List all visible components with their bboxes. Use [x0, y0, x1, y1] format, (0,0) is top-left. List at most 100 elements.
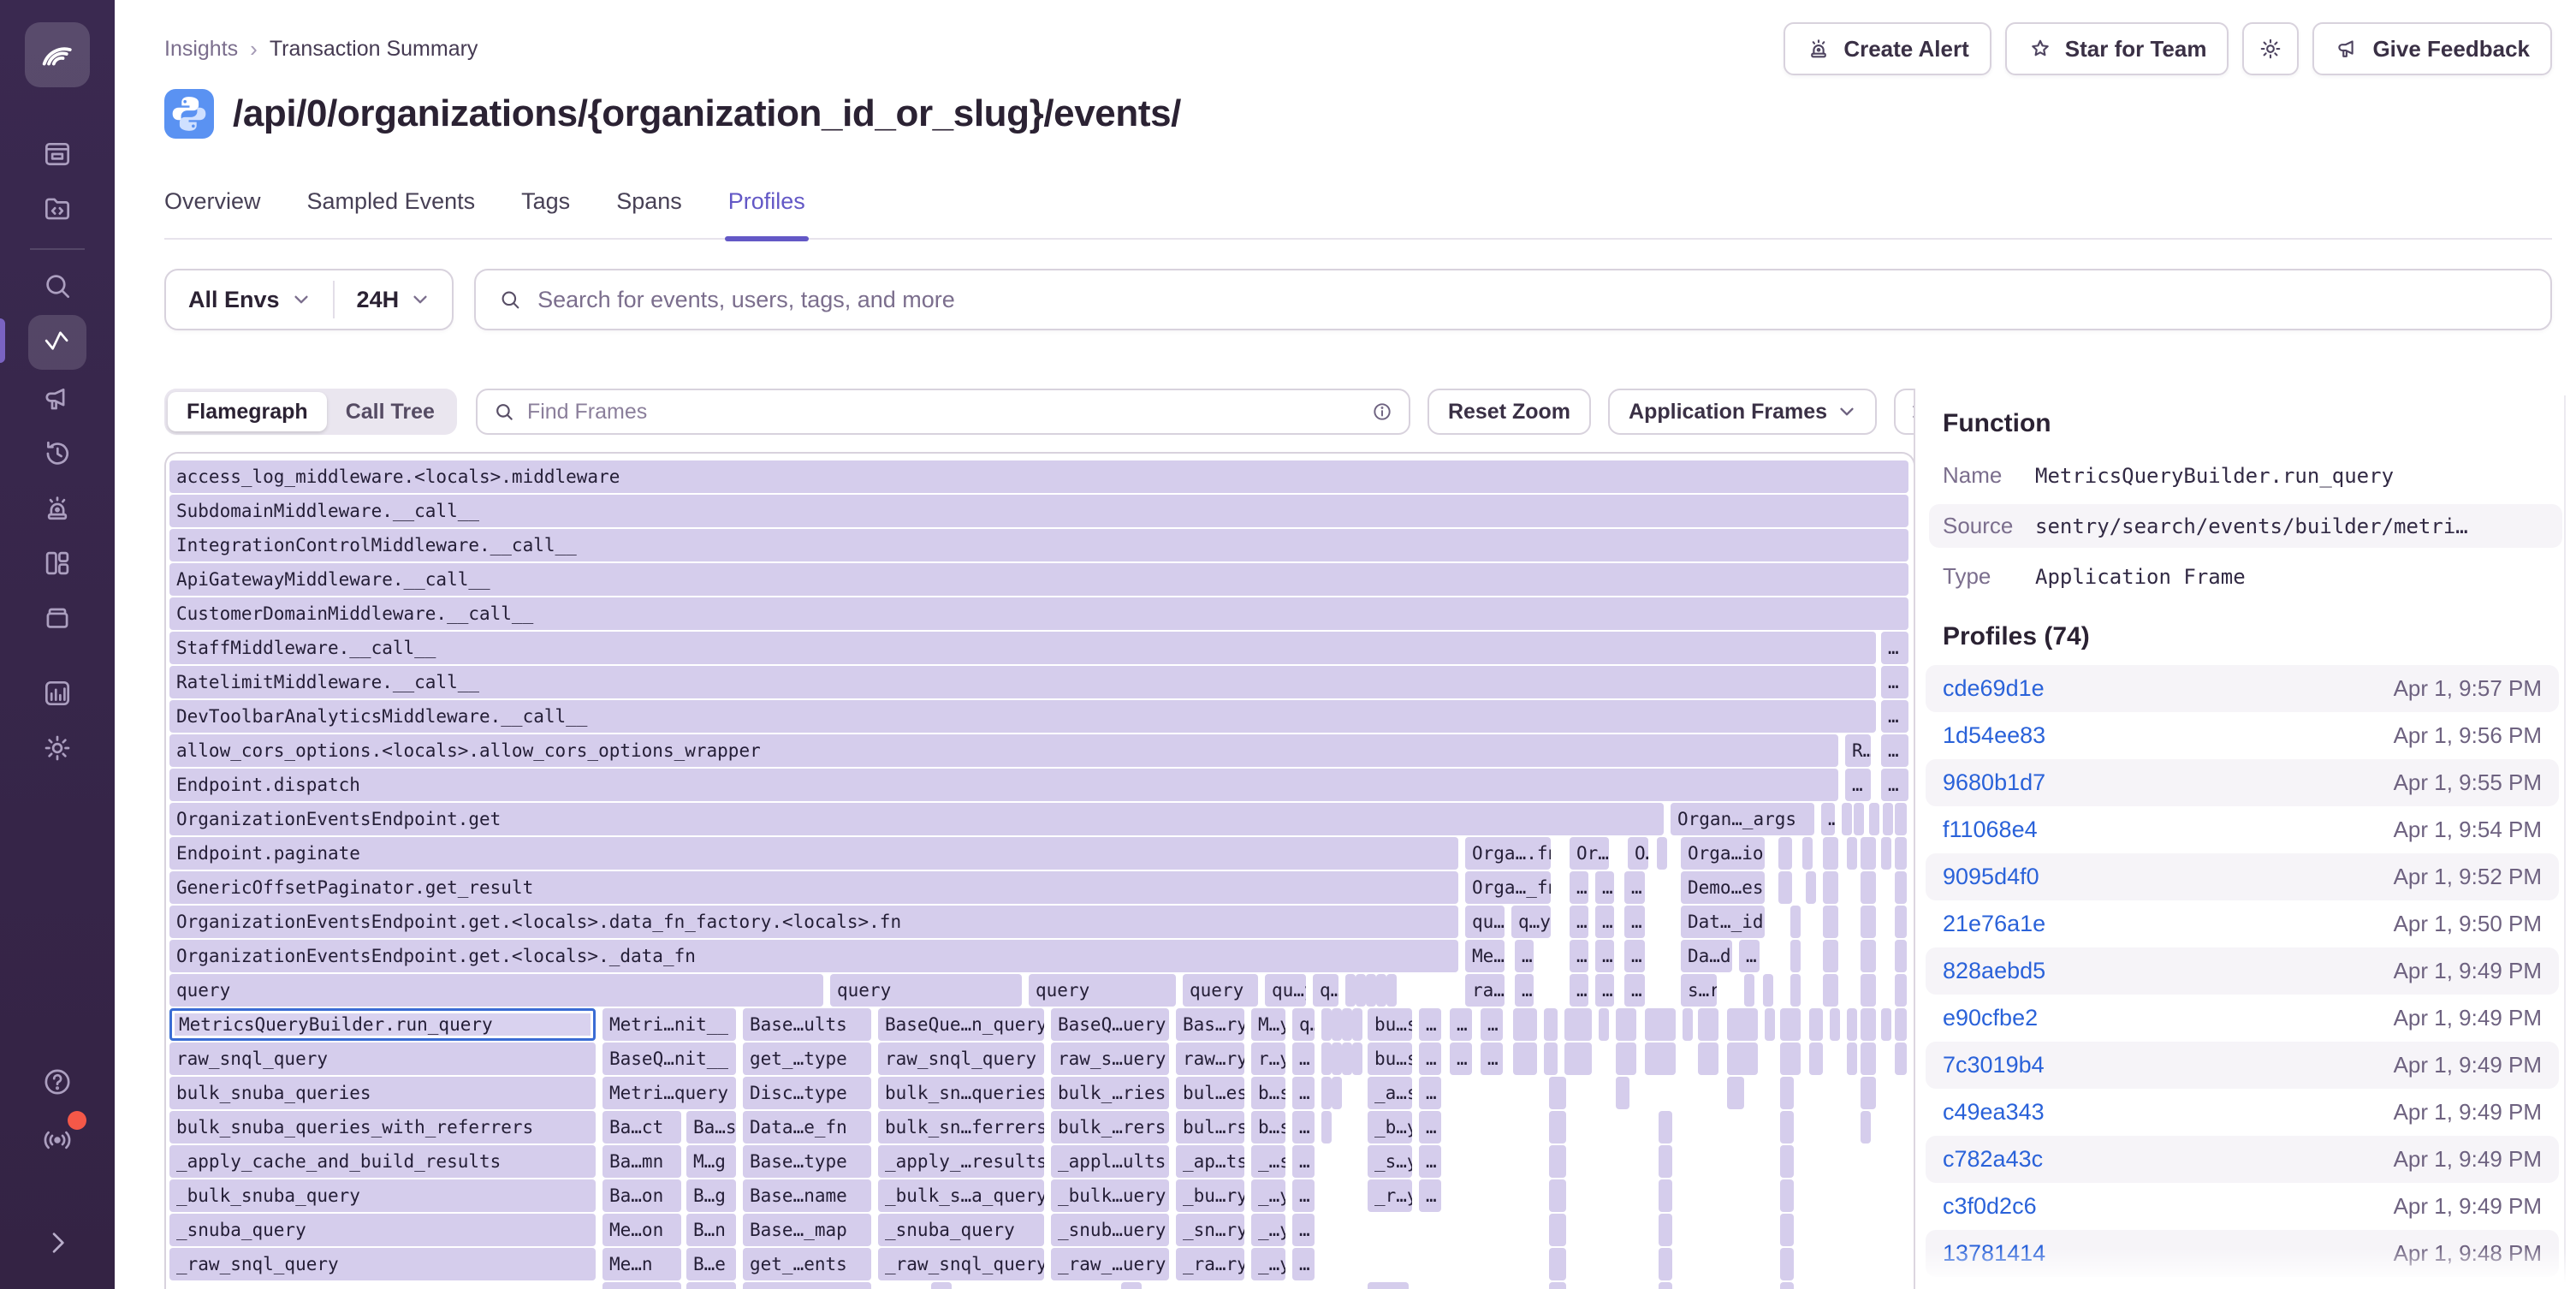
flamegraph-frame[interactable]: _r…y	[1368, 1179, 1412, 1212]
flamegraph-frame[interactable]: …	[1595, 974, 1614, 1007]
flamegraph-frame[interactable]	[1765, 1008, 1775, 1041]
flamegraph-frame[interactable]: _snuba_query	[878, 1214, 1044, 1246]
breadcrumb-transaction-summary[interactable]: Transaction Summary	[270, 37, 478, 62]
frames-filter-dropdown[interactable]: Application Frames	[1608, 389, 1877, 435]
flamegraph-frame[interactable]: D…e	[686, 1282, 736, 1289]
flamegraph-frame[interactable]	[1332, 1042, 1342, 1075]
flamegraph-frame[interactable]	[1698, 1008, 1718, 1041]
flamegraph-frame[interactable]: get_…ents	[743, 1248, 871, 1280]
flamegraph-frame[interactable]: query	[1029, 974, 1176, 1007]
flamegraph-frame[interactable]	[1830, 1008, 1840, 1041]
flamegraph-frame[interactable]: _bulk…uery	[1051, 1179, 1169, 1212]
flamegraph-frame[interactable]: r…y	[1251, 1042, 1285, 1075]
flamegraph-frame[interactable]	[1645, 1042, 1676, 1075]
flamegraph-frame[interactable]: Me…n	[602, 1248, 681, 1280]
find-frames-input[interactable]	[527, 400, 1359, 425]
flamegraph-frame[interactable]	[1683, 1008, 1693, 1041]
profile-link[interactable]: 1d54ee83	[1943, 722, 2045, 749]
flamegraph-frame[interactable]: _apply_…results	[878, 1145, 1044, 1178]
sidebar-item-whats-new-broadcast[interactable]	[28, 1114, 86, 1166]
flamegraph-frame[interactable]	[931, 1282, 952, 1289]
flamegraph-frame[interactable]	[1854, 803, 1864, 835]
flamegraph-frame[interactable]: _raw_…uery	[1051, 1248, 1169, 1280]
flamegraph-frame[interactable]	[1321, 1008, 1332, 1041]
flamegraph-frame[interactable]: …	[1292, 1111, 1315, 1143]
tab-profiles[interactable]: Profiles	[728, 188, 805, 238]
sidebar-item-explore-code-folder[interactable]	[28, 183, 86, 235]
flamegraph-frame[interactable]	[1780, 1248, 1794, 1280]
flamegraph-frame[interactable]: …	[1570, 974, 1588, 1007]
flamegraph-frame[interactable]: …	[1419, 1042, 1441, 1075]
flamegraph-frame[interactable]	[1809, 1008, 1823, 1041]
sidebar-item-settings-gear[interactable]	[28, 722, 86, 774]
flamegraph-frame[interactable]: _…y	[1251, 1179, 1285, 1212]
flamegraph-frame[interactable]: …	[1845, 769, 1871, 801]
flamegraph-frame[interactable]: Or…s	[1570, 837, 1609, 870]
flamegraph-frame[interactable]	[1780, 1077, 1794, 1109]
sidebar-item-releases-archive[interactable]	[28, 592, 86, 644]
sidebar-item-dashboards-grid[interactable]	[28, 538, 86, 589]
flamegraph-frame[interactable]	[1616, 1008, 1636, 1041]
flamegraph-frame[interactable]: ApiGatewayMiddleware.__call__	[169, 563, 1908, 596]
flamegraph-frame[interactable]	[1790, 974, 1801, 1007]
flamegraph-frame[interactable]: bulk_snuba_queries	[169, 1077, 596, 1109]
flamegraph-frame[interactable]: …	[1419, 1008, 1441, 1041]
flamegraph-frame[interactable]	[1847, 837, 1857, 870]
flamegraph-frame[interactable]: raw…ry	[1176, 1042, 1244, 1075]
flamegraph-frame[interactable]: _bu…ry	[1176, 1179, 1244, 1212]
flamegraph-frame[interactable]	[1352, 1008, 1362, 1041]
flamegraph-frame[interactable]: access_log_middleware.<locals>.middlewar…	[169, 460, 1908, 493]
flamegraph-frame[interactable]	[1778, 871, 1792, 904]
profile-link[interactable]: f11068e4	[1943, 817, 2038, 843]
flamegraph-frame[interactable]	[1881, 837, 1891, 870]
flamegraph-frame[interactable]	[1544, 1008, 1558, 1041]
flamegraph-frame[interactable]: …	[1881, 769, 1908, 801]
flamegraph-frame[interactable]: Da…d	[1681, 940, 1732, 972]
flamegraph-frame[interactable]: Ba…s	[686, 1111, 736, 1143]
flamegraph-frame[interactable]	[1780, 1282, 1794, 1289]
flamegraph-frame[interactable]: …	[1595, 871, 1614, 904]
flamegraph-frame[interactable]	[1513, 1008, 1537, 1041]
flamegraph-frame[interactable]: get…tity	[743, 1282, 871, 1289]
flamegraph-frame[interactable]: …	[1881, 734, 1908, 767]
flamegraph-frame[interactable]: …	[1881, 700, 1908, 733]
flamegraph-frame[interactable]: _a…s	[1368, 1077, 1412, 1109]
flamegraph-frame[interactable]: get_…type	[743, 1042, 871, 1075]
flamegraph-frame[interactable]	[1544, 1042, 1558, 1075]
sidebar-item-stats-chart[interactable]	[28, 668, 86, 719]
tab-sampled-events[interactable]: Sampled Events	[307, 188, 476, 238]
profile-link[interactable]: 9095d4f0	[1943, 864, 2039, 890]
flamegraph-frame[interactable]: …	[1419, 1179, 1441, 1212]
breadcrumb-insights[interactable]: Insights	[164, 37, 238, 62]
flamegraph-frame[interactable]: bu…s	[1368, 1008, 1412, 1041]
flamegraph-frame[interactable]: q…	[1292, 1008, 1315, 1041]
flamegraph-frame[interactable]: Bas…ry	[1176, 1008, 1244, 1041]
flamegraph-frame[interactable]: StaffMiddleware.__call__	[169, 632, 1876, 664]
flamegraph-frame[interactable]: Base…type	[743, 1145, 871, 1178]
flamegraph-frame[interactable]: query	[169, 974, 823, 1007]
environment-selector[interactable]: All Envs	[166, 270, 333, 329]
flamegraph-frame[interactable]: _ap…ts	[1176, 1145, 1244, 1178]
flamegraph-frame[interactable]	[1616, 1077, 1629, 1109]
flamegraph-frame[interactable]: raw_s…uery	[1051, 1042, 1169, 1075]
flamegraph-frame[interactable]: …	[1595, 940, 1614, 972]
flamegraph-frame[interactable]: M…y	[1251, 1008, 1285, 1041]
flamegraph-frame[interactable]	[1345, 974, 1356, 1007]
flamegraph-frame[interactable]	[1727, 1077, 1744, 1109]
flamegraph-frame[interactable]: …	[1292, 1214, 1315, 1246]
panel-scrollbar[interactable]	[2564, 395, 2566, 1282]
profile-link[interactable]: c49ea343	[1943, 1099, 2045, 1126]
flamegraph-frame[interactable]	[1847, 1008, 1857, 1041]
flamegraph-frame[interactable]	[1895, 974, 1907, 1007]
flamegraph-frame[interactable]: _…y	[1251, 1214, 1285, 1246]
flamegraph-frame[interactable]	[1599, 1008, 1609, 1041]
flamegraph-frame[interactable]: _sn…ry	[1176, 1214, 1244, 1246]
profile-link[interactable]: c782a43c	[1943, 1146, 2043, 1173]
flamegraph-frame[interactable]	[1869, 803, 1879, 835]
flamegraph-frame[interactable]: Ba…ct	[602, 1111, 681, 1143]
flamegraph-frame[interactable]: …	[1481, 1008, 1503, 1041]
sentry-logo[interactable]	[25, 22, 90, 87]
flamegraph-frame[interactable]	[1645, 1008, 1676, 1041]
flamegraph-frame[interactable]	[1823, 871, 1838, 904]
flamegraph-frame[interactable]	[1564, 1042, 1592, 1075]
